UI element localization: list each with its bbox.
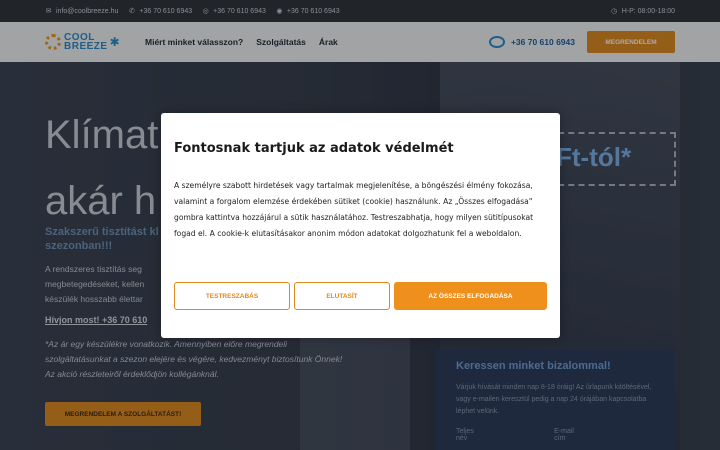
cookie-text: A személyre szabott hirdetések vagy tart…	[174, 181, 534, 238]
accept-all-button[interactable]: AZ ÖSSZES ELFOGADÁSA	[394, 282, 547, 310]
customize-button[interactable]: TESTRESZABÁS	[174, 282, 290, 310]
cookie-buttons: TESTRESZABÁS ELUTASÍT AZ ÖSSZES ELFOGADÁ…	[174, 282, 551, 310]
cookie-title: Fontosnak tartjuk az adatok védelmét	[174, 141, 454, 156]
reject-button[interactable]: ELUTASÍT	[294, 282, 390, 310]
cookie-consent-dialog: Fontosnak tartjuk az adatok védelmét A s…	[161, 113, 560, 338]
